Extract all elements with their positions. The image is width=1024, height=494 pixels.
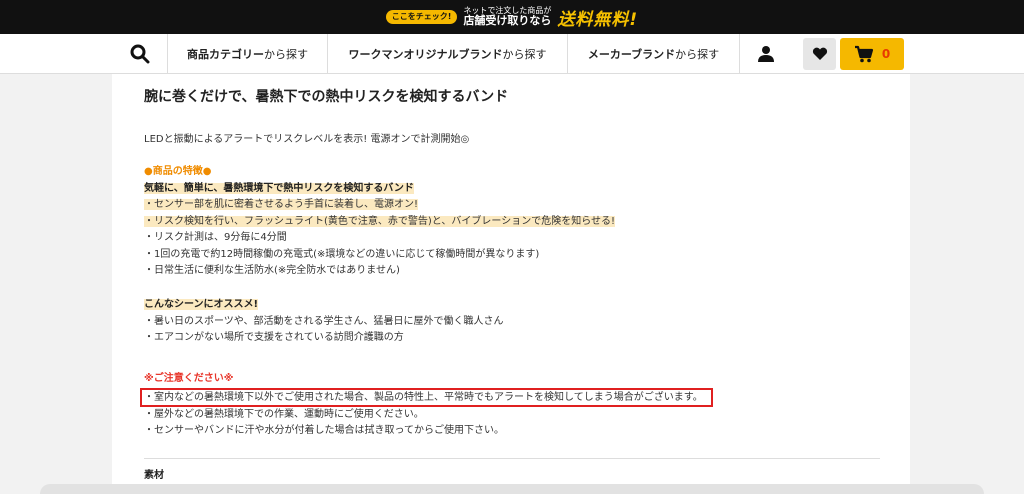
caution-item: ・屋外などの暑熱環境下での作業、運動時にご使用ください。 <box>144 408 424 420</box>
nav-maker-brand-suffix: から探す <box>675 48 720 61</box>
section-divider <box>144 458 880 459</box>
features-subheading: 気軽に、簡単に、暑熱環境下で熱中リスクを検知するバンド <box>144 182 414 194</box>
features-heading: ●商品の特徴● <box>144 166 212 177</box>
search-button[interactable] <box>112 34 168 74</box>
promo-line-2: 店舗受け取りなら <box>463 14 552 28</box>
product-title: 腕に巻くだけで、暑熱下での熱中リスクを検知するバンド <box>144 89 509 105</box>
features-section: ●商品の特徴● 気軽に、簡単に、暑熱環境下で熱中リスクを検知するバンド ・センサ… <box>144 164 616 280</box>
scenes-section: こんなシーンにオススメ! ・暑い日のスポーツや、部活動をされる学生さん、猛暑日に… <box>144 297 504 347</box>
caution-heading: ※ご注意ください※ <box>144 373 234 384</box>
cart-count: 0 <box>881 47 891 61</box>
feature-item: ・1回の充電で約12時間稼働の充電式(※環境などの違いに応じて稼働時間が異なりま… <box>144 248 540 260</box>
product-description: 腕に巻くだけで、暑熱下での熱中リスクを検知するバンド LEDと振動によるアラート… <box>112 74 910 494</box>
favorites-button[interactable] <box>803 38 836 70</box>
account-button[interactable] <box>746 34 786 74</box>
nav-maker-brand[interactable]: メーカーブランド から探す <box>568 34 740 74</box>
caution-section: ※ご注意ください※ ・室内などの暑熱環境下以外でご使用された場合、製品の特性上、… <box>140 371 713 440</box>
user-icon <box>758 46 774 62</box>
material-heading: 素材 <box>144 470 164 481</box>
nav-original-brand[interactable]: ワークマンオリジナルブランド から探す <box>328 34 568 74</box>
promo-free-shipping: 送料無料! <box>557 9 639 30</box>
scene-item: ・エアコンがない場所で支援をされている訪問介護職の方 <box>144 332 404 343</box>
feature-item: ・リスク検知を行い、フラッシュライト(黄色で注意、赤で警告)と、バイブレーション… <box>144 215 616 227</box>
heart-icon <box>812 47 827 60</box>
caution-item: ・センサーやバンドに汗や水分が付着した場合は拭き取ってからご使用下さい。 <box>144 425 504 436</box>
cart-icon <box>854 45 873 63</box>
bottom-bar <box>40 484 984 494</box>
nav-original-brand-label: ワークマンオリジナルブランド <box>348 48 503 61</box>
feature-item: ・センサー部を肌に密着させるよう手首に装着し、電源オン! <box>144 199 419 210</box>
nav-original-brand-suffix: から探す <box>502 48 547 61</box>
nav-product-category-suffix: から探す <box>264 48 308 61</box>
promo-banner[interactable]: ここをチェック! ネットで注文した商品が 店舗受け取りなら 送料無料! <box>0 0 1024 34</box>
product-lead: LEDと振動によるアラートでリスクレベルを表示! 電源オンで計測開始◎ <box>144 134 470 145</box>
feature-item: ・リスク計測は、9分毎に4分間 <box>144 232 287 243</box>
promo-badge: ここをチェック! <box>385 10 458 24</box>
feature-item: ・日常生活に便利な生活防水(※完全防水ではありません) <box>144 265 400 276</box>
nav-product-category[interactable]: 商品カテゴリー から探す <box>168 34 328 74</box>
scenes-heading: こんなシーンにオススメ! <box>144 299 259 310</box>
scene-item: ・暑い日のスポーツや、部活動をされる学生さん、猛暑日に屋外で働く職人さん <box>144 315 504 327</box>
search-icon <box>130 44 149 64</box>
cart-button[interactable]: 0 <box>840 38 904 70</box>
promo-text: ネットで注文した商品が 店舗受け取りなら <box>463 6 552 28</box>
nav-product-category-label: 商品カテゴリー <box>187 48 264 61</box>
nav-maker-brand-label: メーカーブランド <box>587 48 676 61</box>
caution-item-highlighted: ・室内などの暑熱環境下以外でご使用された場合、製品の特性上、平常時でもアラートを… <box>140 387 713 407</box>
main-nav: 商品カテゴリー から探す ワークマンオリジナルブランド から探す メーカーブランドか… <box>0 34 1024 74</box>
